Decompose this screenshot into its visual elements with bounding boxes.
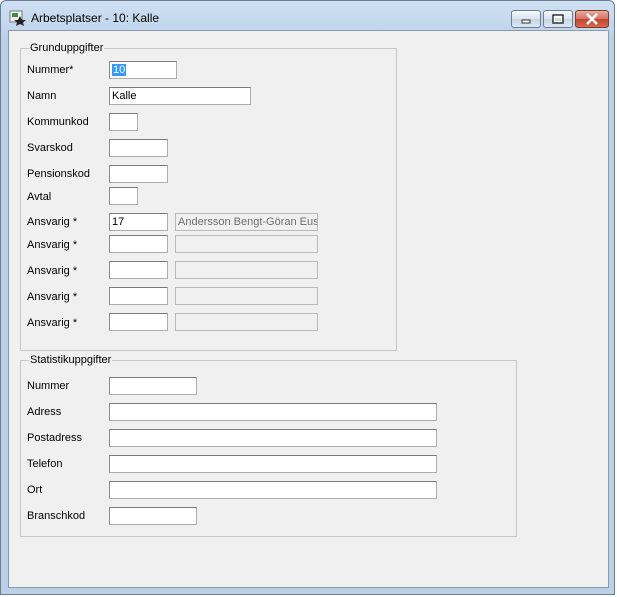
grunduppgifter-legend: Grunduppgifter: [29, 42, 105, 54]
ansvarig-4-code-input[interactable]: [109, 287, 168, 305]
adress-label: Adress: [27, 406, 62, 418]
telefon-input[interactable]: [109, 455, 437, 473]
nummer-input[interactable]: 10: [109, 61, 177, 79]
ansvarig-3-name-field: [175, 261, 318, 279]
branschkod-input[interactable]: [109, 507, 197, 525]
svarskod-label: Svarskod: [27, 142, 73, 154]
ansvarig-3-label: Ansvarig *: [27, 265, 78, 277]
ansvarig-1-label: Ansvarig *: [27, 216, 78, 228]
ansvarig-2-label: Ansvarig *: [27, 239, 78, 251]
ansvarig-1-name-field: Andersson Bengt-Göran Euse: [175, 213, 318, 231]
ansvarig-4-label: Ansvarig *: [27, 291, 78, 303]
branschkod-label: Branschkod: [27, 510, 86, 522]
kommunkod-input[interactable]: [109, 113, 138, 131]
postadress-input[interactable]: [109, 429, 437, 447]
maximize-button[interactable]: [543, 10, 573, 28]
avtal-label: Avtal: [27, 191, 52, 203]
ansvarig-1-code-input[interactable]: 17: [109, 213, 168, 231]
adress-input[interactable]: [109, 403, 437, 421]
ansvarig-2-name-field: [175, 235, 318, 253]
client-area: Grunduppgifter Nummer* 10 Namn Kalle Kom…: [8, 30, 609, 588]
maximize-icon: [552, 14, 564, 24]
telefon-label: Telefon: [27, 458, 63, 470]
statistikuppgifter-group: Statistikuppgifter Nummer Adress Postadr…: [20, 354, 517, 537]
postadress-label: Postadress: [27, 432, 83, 444]
stat-nummer-label: Nummer: [27, 380, 70, 392]
app-icon[interactable]: [9, 9, 27, 27]
namn-input[interactable]: Kalle: [109, 87, 251, 105]
close-button[interactable]: [575, 10, 609, 28]
stat-nummer-input[interactable]: [109, 377, 197, 395]
ort-label: Ort: [27, 484, 43, 496]
ansvarig-3-code-input[interactable]: [109, 261, 168, 279]
grunduppgifter-group: Grunduppgifter Nummer* 10 Namn Kalle Kom…: [20, 42, 397, 351]
ansvarig-5-name-field: [175, 313, 318, 331]
ansvarig-2-code-input[interactable]: [109, 235, 168, 253]
app-window: Arbetsplatser - 10: Kalle Grunduppgifter…: [0, 0, 615, 595]
svarskod-input[interactable]: [109, 139, 168, 157]
nummer-value: 10: [112, 64, 127, 76]
statistikuppgifter-legend: Statistikuppgifter: [29, 354, 113, 366]
window-title: Arbetsplatser - 10: Kalle: [31, 11, 160, 25]
ort-input[interactable]: [109, 481, 437, 499]
avtal-input[interactable]: [109, 187, 138, 205]
ansvarig-5-label: Ansvarig *: [27, 317, 78, 329]
nummer-label: Nummer*: [27, 64, 74, 76]
minimize-icon: [521, 19, 531, 24]
namn-label: Namn: [27, 90, 57, 102]
close-icon: [586, 13, 598, 25]
minimize-button[interactable]: [511, 10, 541, 28]
pensionskod-input[interactable]: [109, 165, 168, 183]
ansvarig-4-name-field: [175, 287, 318, 305]
ansvarig-5-code-input[interactable]: [109, 313, 168, 331]
kommunkod-label: Kommunkod: [27, 116, 89, 128]
pensionskod-label: Pensionskod: [27, 168, 90, 180]
